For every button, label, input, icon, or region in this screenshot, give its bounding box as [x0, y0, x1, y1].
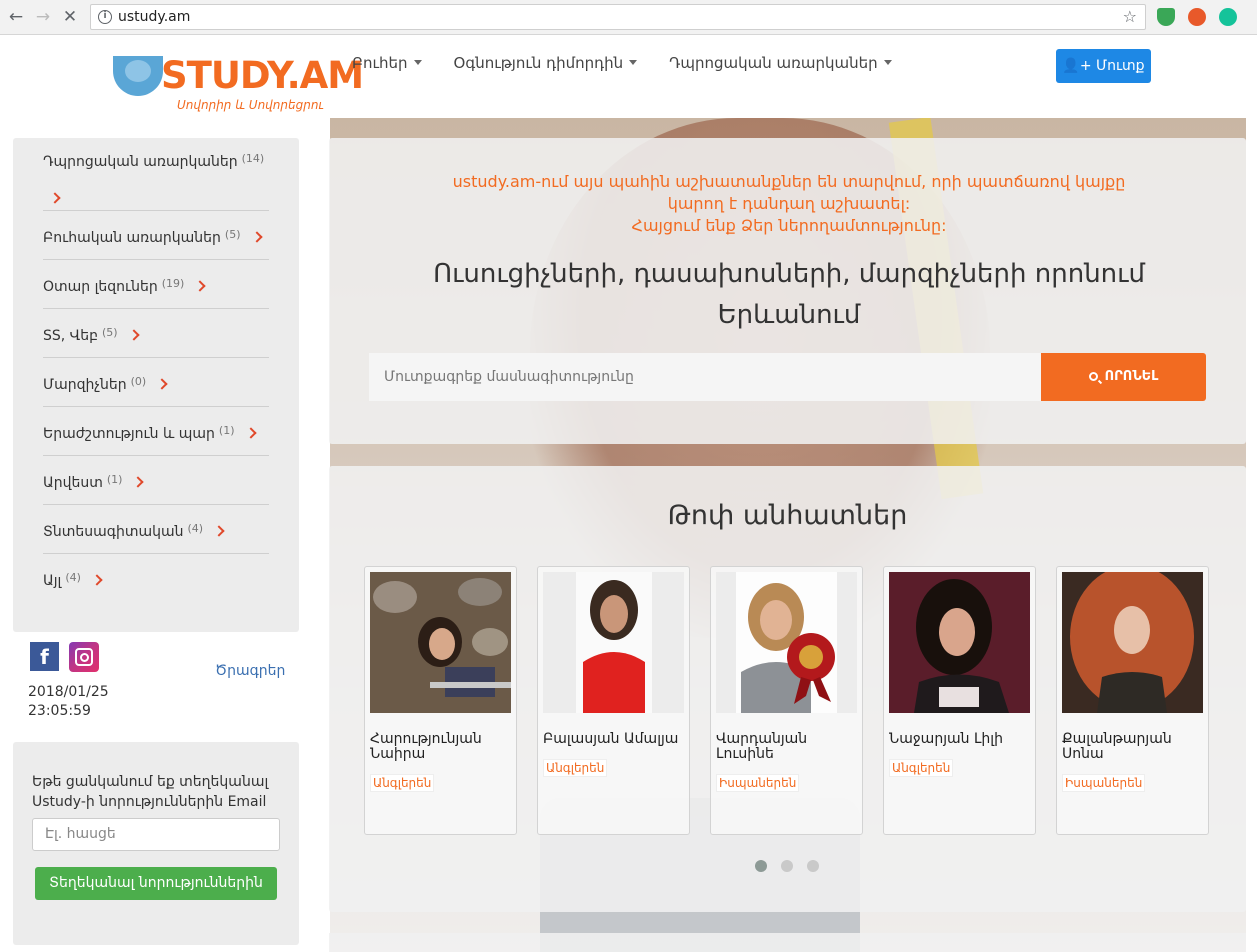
profile-card[interactable]: Քալանթարյան Սոնա Իսպաներեն	[1056, 566, 1209, 835]
profile-card[interactable]: Նաջարյան Լիլի Անգլերեն	[883, 566, 1036, 835]
chevron-right-icon	[213, 525, 225, 537]
login-button[interactable]: 👤+ Մուտք	[1056, 49, 1151, 83]
address-bar[interactable]: i ustudy.am ☆	[90, 4, 1146, 30]
profile-subject-tag[interactable]: Իսպաներեն	[1062, 774, 1146, 792]
profile-photo[interactable]	[543, 572, 684, 713]
newsletter-text: Եթե ցանկանում եք տեղեկանալ Ustudy-ի նորո…	[32, 774, 269, 810]
search-button[interactable]: ՈՐՈՆԵԼ	[1041, 353, 1206, 401]
sidebar-item-school-subjects[interactable]: Դպրոցական առարկաներ (14)	[43, 138, 269, 211]
grammarly-extension-icon[interactable]	[1219, 8, 1237, 26]
logo-tagline: Սովորիր և Սովորեցրու	[177, 98, 324, 112]
carousel-dot-active[interactable]	[755, 860, 767, 872]
profile-photo[interactable]	[370, 572, 511, 713]
date-text: 2018/01/25	[28, 684, 109, 700]
main-nav: Բուհեր Օգնություն դիմորդին Դպրոցական առա…	[352, 54, 892, 72]
sidebar-item-art[interactable]: Արվեստ (1)	[43, 456, 269, 505]
category-sidebar: Դպրոցական առարկաներ (14) Բուհական առարկան…	[13, 138, 299, 632]
site-logo[interactable]: STUDY.AM Սովորիր և Սովորեցրու	[113, 54, 364, 116]
chevron-right-icon	[127, 329, 140, 341]
carousel-dots	[755, 860, 819, 872]
sidebar-item-music-dance[interactable]: Երաժշտություն և պար (1)	[43, 407, 269, 456]
subscribe-button[interactable]: Տեղեկանալ նորություններին	[35, 867, 277, 900]
next-section-panel	[329, 933, 1246, 952]
sidebar-item-other[interactable]: Այլ (4)	[43, 554, 269, 603]
profile-card[interactable]: Վարդանյան Լուսինե Իսպաներեն	[710, 566, 863, 835]
profile-subject-tag[interactable]: Անգլերեն	[543, 759, 608, 777]
profile-name[interactable]: Հարությունյան Նաիրա	[370, 732, 510, 762]
forward-arrow-icon[interactable]: →	[33, 7, 53, 27]
server-datetime: 2018/01/25 23:05:59	[28, 683, 109, 721]
caret-down-icon	[629, 60, 638, 65]
search-headline: Ուսուցիչների, դասախոսների, մարզիչների որ…	[433, 259, 1145, 330]
browser-toolbar: ← → ✕ i ustudy.am ☆	[0, 0, 1257, 35]
logo-text: STUDY.AM	[161, 54, 364, 97]
fire-extension-icon[interactable]	[1188, 8, 1206, 26]
profile-name[interactable]: Քալանթարյան Սոնա	[1062, 732, 1202, 762]
profile-card[interactable]: Հարությունյան Նաիրա Անգլերեն	[364, 566, 517, 835]
newsletter-box: Եթե ցանկանում եք տեղեկանալ Ustudy-ի նորո…	[13, 742, 299, 945]
site-header: STUDY.AM Սովորիր և Սովորեցրու Բուհեր Օգն…	[0, 36, 1257, 118]
profile-card[interactable]: Բալասյան Ամալյա Անգլերեն	[537, 566, 690, 835]
chevron-right-icon	[132, 476, 145, 488]
chevron-right-icon	[194, 280, 207, 292]
profile-subject-tag[interactable]: Իսպաներեն	[716, 774, 800, 792]
back-arrow-icon[interactable]: ←	[6, 7, 26, 27]
search-input[interactable]: Մուտքագրեք մասնագիտությունը	[369, 353, 1041, 401]
add-user-icon: 👤+	[1062, 58, 1092, 74]
nav-universities[interactable]: Բուհեր	[352, 54, 422, 72]
address-url[interactable]: ustudy.am	[118, 9, 190, 25]
time-text: 23:05:59	[28, 703, 91, 719]
site-info-icon[interactable]: i	[98, 10, 112, 24]
chevron-right-icon	[250, 231, 263, 243]
search-icon	[1088, 372, 1098, 381]
stop-loading-icon[interactable]: ✕	[60, 7, 80, 27]
sidebar-item-trainers[interactable]: Մարզիչներ (0)	[43, 358, 269, 407]
sidebar-item-foreign-languages[interactable]: Օտար լեզուներ (19)	[43, 260, 269, 309]
programs-link[interactable]: Ծրագրեր	[215, 663, 285, 679]
social-links: f	[30, 642, 99, 672]
carousel-dot[interactable]	[807, 860, 819, 872]
profile-photo[interactable]	[889, 572, 1030, 713]
facebook-icon[interactable]: f	[30, 642, 59, 671]
brain-logo-icon	[113, 56, 163, 96]
nav-applicant-help[interactable]: Օգնություն դիմորդին	[454, 54, 638, 72]
shield-extension-icon[interactable]	[1157, 8, 1175, 26]
chevron-right-icon	[91, 574, 103, 586]
nav-school-subjects[interactable]: Դպրոցական առարկաներ	[669, 54, 892, 72]
profile-photo[interactable]	[1062, 572, 1203, 713]
chevron-right-icon	[156, 378, 168, 390]
sidebar-item-university-subjects[interactable]: Բուհական առարկաներ (5)	[43, 211, 269, 260]
chevron-right-icon	[49, 192, 61, 204]
caret-down-icon	[413, 60, 422, 65]
sidebar-item-it-web[interactable]: SS, Վեբ (5)	[43, 309, 269, 358]
sidebar-item-economics[interactable]: Տնտեսագիտական (4)	[43, 505, 269, 554]
search-panel: ustudy.am-ում այս պահին աշխատանքներ են տ…	[329, 138, 1246, 444]
profile-photo[interactable]	[716, 572, 857, 713]
instagram-icon[interactable]	[69, 642, 99, 672]
caret-down-icon	[883, 60, 892, 65]
profile-name[interactable]: Վարդանյան Լուսինե	[716, 732, 856, 762]
chevron-right-icon	[244, 427, 257, 439]
email-field[interactable]: Էլ. հասցե	[32, 818, 280, 851]
section-title: Թոփ անհատներ	[667, 500, 908, 531]
profile-name[interactable]: Բալասյան Ամալյա	[543, 732, 683, 747]
top-profiles-panel: Թոփ անհատներ Հարությունյան Նաիրա Անգլերե…	[329, 466, 1246, 912]
bookmark-star-icon[interactable]: ☆	[1123, 7, 1137, 26]
maintenance-notice: ustudy.am-ում այս պահին աշխատանքներ են տ…	[452, 172, 1126, 235]
carousel-dot[interactable]	[781, 860, 793, 872]
profile-name[interactable]: Նաջարյան Լիլի	[889, 732, 1029, 747]
profile-subject-tag[interactable]: Անգլերեն	[370, 774, 435, 792]
profile-subject-tag[interactable]: Անգլերեն	[889, 759, 954, 777]
